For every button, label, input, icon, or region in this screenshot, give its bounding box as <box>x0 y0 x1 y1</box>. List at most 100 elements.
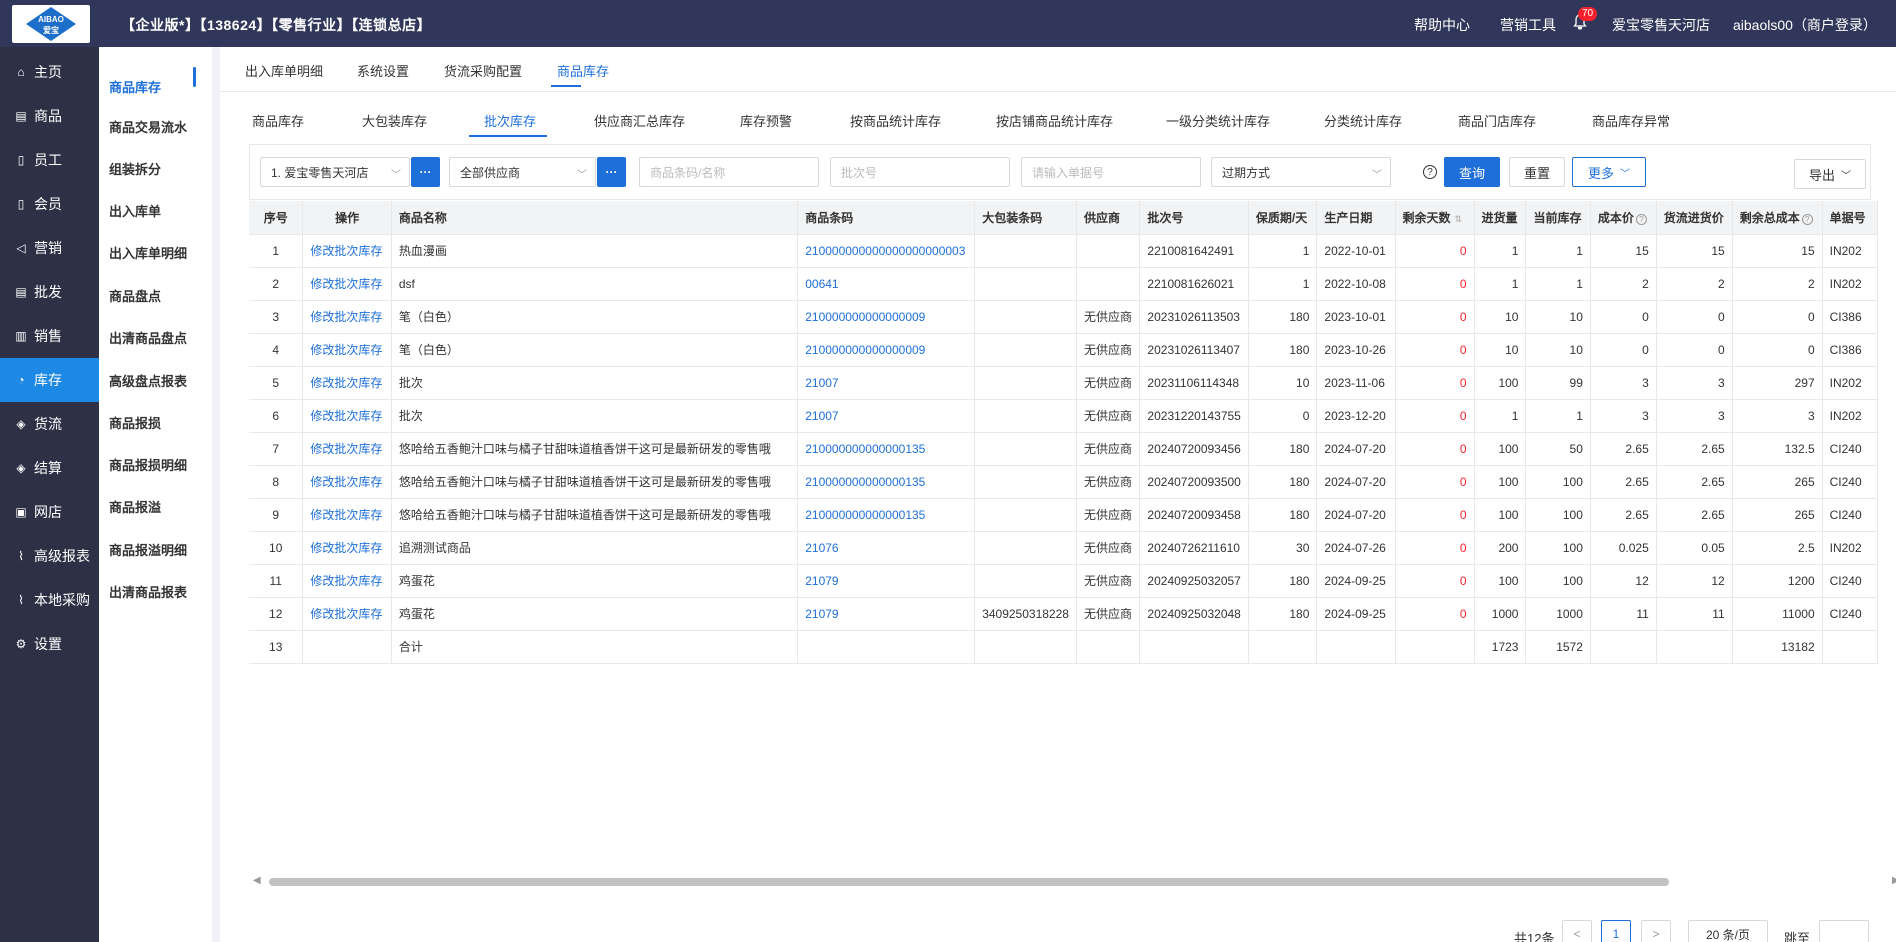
nav-item-settle[interactable]: ◈ 结算 <box>0 446 99 490</box>
edit-batch-stock-link[interactable]: 修改批次库存 <box>302 399 392 433</box>
column-header[interactable]: 剩余天数 ⇅ <box>1395 201 1475 235</box>
column-header[interactable]: 剩余总成本? <box>1732 201 1823 235</box>
goto-page-input[interactable] <box>1819 920 1869 942</box>
sort-icon[interactable]: ⇅ <box>1455 214 1463 224</box>
batch-number-input[interactable]: 批次号 <box>830 157 1010 187</box>
help-icon[interactable]: ? <box>1635 213 1647 225</box>
subtab-stock-exception[interactable]: 商品库存异常 <box>1592 111 1670 130</box>
help-icon[interactable]: ? <box>1801 213 1813 225</box>
nav-item-chart[interactable]: ▥ 销售 <box>0 314 99 358</box>
sub-nav-item[interactable]: 出入库单 <box>99 201 212 220</box>
barcode-link[interactable]: 21079 <box>797 597 976 631</box>
subtab-stock-alert[interactable]: 库存预警 <box>740 111 792 130</box>
edit-batch-stock-link[interactable]: 修改批次库存 <box>302 234 392 268</box>
subtab-store-stock[interactable]: 商品门店库存 <box>1458 111 1536 130</box>
sub-nav-item[interactable]: 商品盘点 <box>99 286 212 305</box>
export-button[interactable]: 导出 ﹀ <box>1794 159 1866 189</box>
sub-nav-item[interactable]: 商品报损明细 <box>99 455 212 474</box>
subtab-by-store-product[interactable]: 按店铺商品统计库存 <box>996 111 1113 130</box>
column-header[interactable]: 成本价? <box>1590 201 1657 235</box>
nav-item-member[interactable]: ▯ 会员 <box>0 182 99 226</box>
column-header[interactable]: 当前库存 <box>1525 201 1591 235</box>
barcode-link[interactable]: 210000000000000135 <box>797 432 976 466</box>
column-header[interactable]: 供应商 <box>1076 201 1141 235</box>
nav-item-staff[interactable]: ▯ 员工 <box>0 138 99 182</box>
edit-batch-stock-link[interactable]: 修改批次库存 <box>302 267 392 301</box>
edit-batch-stock-link[interactable]: 修改批次库存 <box>302 333 392 367</box>
column-header[interactable]: 商品条码 <box>797 201 976 235</box>
supplier-select[interactable]: 全部供应商 ﹀ <box>449 157 596 187</box>
barcode-name-input[interactable]: 商品条码/名称 <box>639 157 819 187</box>
aibao-logo[interactable]: AIBAO 爱宝 <box>12 5 90 43</box>
barcode-link[interactable]: 21007 <box>797 366 976 400</box>
nav-item-wholesale[interactable]: ▤ 批发 <box>0 270 99 314</box>
barcode-link[interactable]: 210000000000000135 <box>797 465 976 499</box>
prev-page-button[interactable]: < <box>1562 920 1592 942</box>
nav-item-megaphone[interactable]: ◁ 营销 <box>0 226 99 270</box>
barcode-link[interactable]: 210000000000000135 <box>797 498 976 532</box>
document-number-input[interactable]: 请输入单据号 <box>1021 157 1201 187</box>
scroll-left-icon[interactable]: ◀ <box>253 875 261 886</box>
column-header[interactable]: 序号 <box>249 201 304 235</box>
sub-nav-item[interactable]: 组装拆分 <box>99 159 212 178</box>
more-button[interactable]: 更多 ﹀ <box>1572 157 1646 187</box>
edit-batch-stock-link[interactable]: 修改批次库存 <box>302 597 392 631</box>
nav-item-flow[interactable]: ◈ 货流 <box>0 402 99 446</box>
page-size-select[interactable]: 20 条/页 <box>1688 920 1768 942</box>
tab-system-settings[interactable]: 系统设置 <box>357 61 409 80</box>
nav-item-home[interactable]: ⌂ 主页 <box>0 50 99 94</box>
nav-item-purchase[interactable]: ⌇ 本地采购 <box>0 578 99 622</box>
subtab-product-stock[interactable]: 商品库存 <box>252 111 304 130</box>
edit-batch-stock-link[interactable]: 修改批次库存 <box>302 465 392 499</box>
subtab-by-product[interactable]: 按商品统计库存 <box>850 111 941 130</box>
sub-nav-item[interactable]: 高级盘点报表 <box>99 371 212 390</box>
nav-item-shop[interactable]: ▣ 网店 <box>0 490 99 534</box>
subtab-category[interactable]: 分类统计库存 <box>1324 111 1402 130</box>
column-header[interactable]: 大包装条码 <box>974 201 1077 235</box>
sub-nav-item[interactable]: 商品报损 <box>99 413 212 432</box>
scroll-right-icon[interactable]: ▶ <box>1892 875 1896 886</box>
column-header[interactable]: 货流进货价 <box>1656 201 1733 235</box>
help-center-link[interactable]: 帮助中心 <box>1414 15 1470 35</box>
sub-nav-item[interactable]: 出清商品报表 <box>99 582 212 601</box>
subtab-supplier-summary[interactable]: 供应商汇总库存 <box>594 111 685 130</box>
sub-nav-item[interactable]: 商品报溢明细 <box>99 540 212 559</box>
edit-batch-stock-link[interactable]: 修改批次库存 <box>302 300 392 334</box>
column-header[interactable]: 单据号 <box>1822 201 1878 235</box>
sub-nav-item[interactable]: 商品报溢 <box>99 497 212 516</box>
edit-batch-stock-link[interactable]: 修改批次库存 <box>302 564 392 598</box>
barcode-link[interactable]: 21079 <box>797 564 976 598</box>
tab-product-stock[interactable]: 商品库存 <box>557 61 609 80</box>
nav-item-product[interactable]: ▤ 商品 <box>0 94 99 138</box>
marketing-tools-link[interactable]: 营销工具 <box>1500 15 1556 35</box>
store-selector[interactable]: 爱宝零售天河店 <box>1612 15 1710 35</box>
subtab-first-category[interactable]: 一级分类统计库存 <box>1166 111 1270 130</box>
query-button[interactable]: 查询 <box>1444 157 1500 187</box>
store-select[interactable]: 1. 爱宝零售天河店 ﹀ <box>260 157 410 187</box>
scrollbar-thumb[interactable] <box>269 878 1669 886</box>
edit-batch-stock-link[interactable]: 修改批次库存 <box>302 531 392 565</box>
sub-nav-item[interactable]: 出清商品盘点 <box>99 328 212 347</box>
column-header[interactable]: 操作 <box>302 201 392 235</box>
column-header[interactable]: 进货量 <box>1474 201 1527 235</box>
barcode-link[interactable]: 210000000000000009 <box>797 300 976 334</box>
column-header[interactable]: 生产日期 <box>1316 201 1396 235</box>
help-icon[interactable]: ? <box>1423 165 1437 179</box>
user-menu[interactable]: aibaols00（商户登录） <box>1733 15 1877 35</box>
barcode-link[interactable]: 210000000000000000000003 <box>797 234 976 268</box>
sub-nav-item[interactable]: 出入库单明细 <box>99 243 212 262</box>
nav-item-gear[interactable]: ⚙ 设置 <box>0 622 99 666</box>
barcode-link[interactable]: 21007 <box>797 399 976 433</box>
edit-batch-stock-link[interactable]: 修改批次库存 <box>302 498 392 532</box>
edit-batch-stock-link[interactable]: 修改批次库存 <box>302 366 392 400</box>
expiry-method-select[interactable]: 过期方式 ﹀ <box>1211 157 1391 187</box>
tab-inout-detail[interactable]: 出入库单明细 <box>245 61 323 80</box>
barcode-link[interactable]: 210000000000000009 <box>797 333 976 367</box>
page-1-button[interactable]: 1 <box>1601 920 1631 942</box>
nav-item-stock[interactable]: ◔ 库存 <box>0 358 99 402</box>
barcode-link[interactable]: 00641 <box>797 267 976 301</box>
reset-button[interactable]: 重置 <box>1509 157 1565 187</box>
barcode-link[interactable]: 21076 <box>797 531 976 565</box>
supplier-picker-button[interactable]: ··· <box>597 157 626 187</box>
column-header[interactable]: 批次号 <box>1139 201 1249 235</box>
